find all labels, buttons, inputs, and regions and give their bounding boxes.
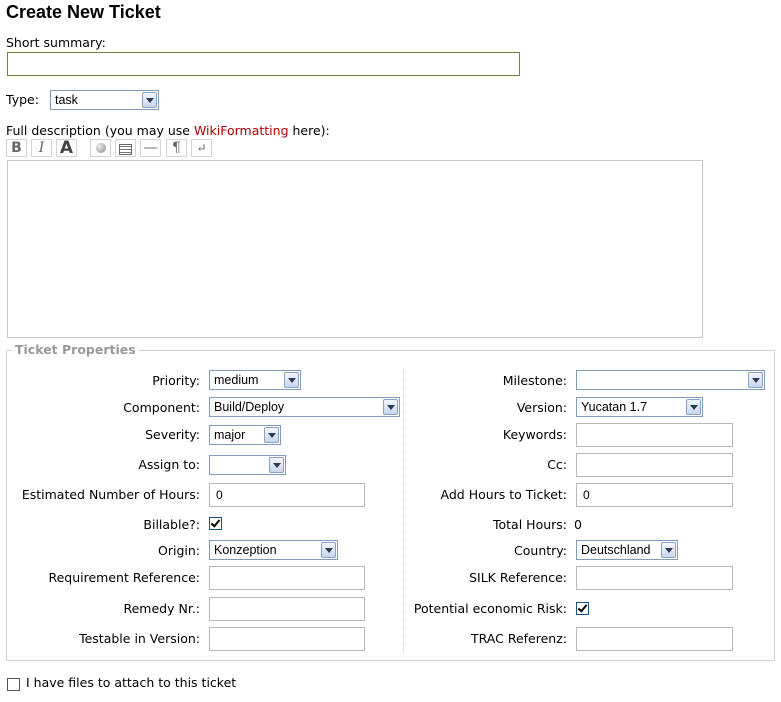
testable-in-version-input[interactable] [209,627,365,651]
cc-input[interactable] [576,453,733,477]
description-label: Full description (you may use WikiFormat… [6,123,330,138]
total-hours-value: 0 [574,517,582,532]
remedy-nr-label: Remedy Nr.: [123,601,200,616]
economic-risk-label: Potential economic Risk: [413,601,567,616]
billable-checkbox[interactable] [209,517,222,530]
chevron-down-icon [321,542,336,558]
description-textarea[interactable] [7,160,703,338]
economic-risk-checkbox[interactable] [576,602,589,615]
component-select[interactable]: Build/Deploy [209,397,400,417]
chevron-down-icon [269,457,284,473]
severity-label: Severity: [145,427,200,442]
priority-select-value: medium [214,373,259,387]
link-button[interactable] [90,139,111,157]
keywords-input[interactable] [576,423,733,447]
cc-label: Cc: [547,457,567,472]
estimated-hours-label: Estimated Number of Hours: [21,487,200,502]
component-select-value: Build/Deploy [214,400,285,414]
chevron-down-icon [661,542,676,558]
heading-button[interactable]: A [56,139,77,157]
summary-label: Short summary: [6,35,106,50]
description-label-prefix: Full description (you may use [6,123,194,138]
severity-select-value: major [214,428,246,442]
assign-to-label: Assign to: [138,457,200,472]
origin-select-value: Konzeption [214,543,277,557]
italic-button[interactable]: I [31,139,52,157]
remedy-nr-input[interactable] [209,597,365,621]
add-hours-input[interactable] [576,483,733,507]
assign-to-select[interactable] [209,455,286,475]
billable-label: Billable?: [143,517,200,532]
summary-input[interactable] [7,52,520,76]
chevron-down-icon [383,399,398,415]
origin-label: Origin: [158,543,200,558]
trac-referenz-label: TRAC Referenz: [470,631,567,646]
milestone-select[interactable] [576,370,765,390]
priority-label: Priority: [152,373,200,388]
severity-select[interactable]: major [209,425,281,445]
type-select-value: task [55,93,78,107]
silk-reference-label: SILK Reference: [469,570,567,585]
page-title: Create New Ticket [6,2,161,22]
trac-referenz-input[interactable] [576,627,733,651]
requirement-reference-label: Requirement Reference: [48,570,200,585]
attach-files-label: I have files to attach to this ticket [26,675,237,690]
attach-files-checkbox[interactable] [7,678,20,691]
estimated-hours-input[interactable] [209,483,365,507]
horizontal-rule-button[interactable]: — [140,139,161,157]
country-label: Country: [514,543,567,558]
globe-icon [95,143,106,153]
version-select[interactable]: Yucatan 1.7 [576,397,703,417]
silk-reference-input[interactable] [576,566,733,590]
wikiformatting-link[interactable]: WikiFormatting [194,123,289,138]
component-label: Component: [123,400,200,415]
code-block-icon [119,144,132,155]
column-divider [403,368,404,653]
priority-select[interactable]: medium [209,370,301,390]
chevron-down-icon [284,372,299,388]
type-select[interactable]: task [50,90,159,110]
paragraph-button[interactable]: ¶ [166,139,187,157]
total-hours-label: Total Hours: [493,517,567,532]
chevron-down-icon [686,399,701,415]
keywords-label: Keywords: [502,427,567,442]
chevron-down-icon [142,92,157,108]
chevron-down-icon [264,427,279,443]
country-select[interactable]: Deutschland [576,540,678,560]
type-label: Type: [6,92,39,107]
bold-button[interactable]: B [6,139,27,157]
requirement-reference-input[interactable] [209,566,365,590]
chevron-down-icon [748,372,763,388]
version-label: Version: [516,400,567,415]
ticket-properties-legend: Ticket Properties [12,342,139,357]
origin-select[interactable]: Konzeption [209,540,338,560]
version-select-value: Yucatan 1.7 [581,400,648,414]
description-label-suffix: here): [288,123,330,138]
code-block-button[interactable] [115,139,136,157]
testable-in-version-label: Testable in Version: [79,631,200,646]
milestone-label: Milestone: [502,373,567,388]
country-select-value: Deutschland [581,543,651,557]
add-hours-label: Add Hours to Ticket: [440,487,567,502]
line-break-button[interactable]: ↵ [191,139,212,157]
